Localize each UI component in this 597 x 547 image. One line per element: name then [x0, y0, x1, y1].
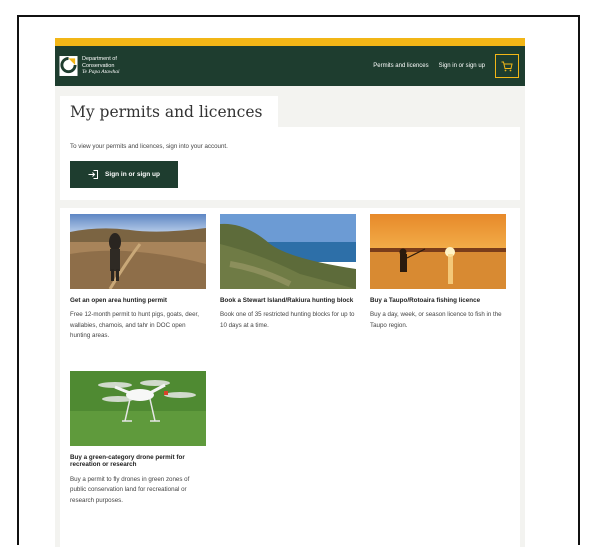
coastline-photo [220, 214, 356, 289]
signin-button-label: Sign in or sign up [105, 171, 160, 178]
card-description: Buy a day, week, or season licence to fi… [370, 311, 502, 329]
cart-icon [501, 61, 513, 71]
nav-permits-and-licences[interactable]: Permits and licences [373, 63, 428, 69]
page-frame: Department of Conservation Te Papa Atawh… [17, 15, 580, 547]
sunset-fishing-photo [370, 214, 506, 289]
card-title: Buy a Taupo/Rotoaira fishing licence [370, 297, 481, 304]
card-description: Free 12-month permit to hunt pigs, goats… [70, 311, 199, 340]
header-nav: Permits and licences Sign in or sign up [373, 54, 519, 78]
nav-sign-in[interactable]: Sign in or sign up [439, 63, 485, 69]
drone-photo [70, 371, 206, 446]
card-description: Buy a permit to fly drones in green zone… [70, 475, 190, 504]
doc-logo-icon[interactable] [59, 55, 78, 77]
cart-button[interactable] [495, 54, 519, 78]
signin-button[interactable]: Sign in or sign up [70, 161, 178, 188]
card-hunting-permit[interactable]: Get an open area hunting permit Free 12-… [70, 214, 206, 342]
card-stewart-island[interactable]: Book a Stewart Island/Rakiura hunting bl… [220, 214, 356, 331]
card-title: Get an open area hunting permit [70, 297, 167, 304]
page-title-tab: My permits and licences [60, 96, 278, 127]
card-description: Book one of 35 restricted hunting blocks… [220, 311, 355, 329]
site-header: Department of Conservation Te Papa Atawh… [55, 46, 525, 86]
signin-panel: To view your permits and licences, sign … [60, 127, 520, 200]
site: Department of Conservation Te Papa Atawh… [55, 38, 525, 547]
cards-panel: Get an open area hunting permit Free 12-… [60, 208, 520, 547]
top-accent-bar [55, 38, 525, 46]
signin-text: To view your permits and licences, sign … [70, 143, 228, 150]
login-icon [88, 170, 99, 179]
card-title: Buy a green-category drone permit for re… [70, 454, 185, 469]
card-fishing-licence[interactable]: Buy a Taupo/Rotoaira fishing licence Buy… [370, 214, 506, 331]
card-drone-permit[interactable]: Buy a green-category drone permit for re… [70, 371, 206, 506]
card-title: Book a Stewart Island/Rakiura hunting bl… [220, 297, 354, 304]
logo-line-3: Te Papa Atawhai [82, 69, 120, 76]
logo-text: Department of Conservation Te Papa Atawh… [82, 56, 120, 76]
logo-line-1: Department of [82, 56, 117, 63]
page-title: My permits and licences [70, 102, 263, 121]
hunter-photo [70, 214, 206, 289]
